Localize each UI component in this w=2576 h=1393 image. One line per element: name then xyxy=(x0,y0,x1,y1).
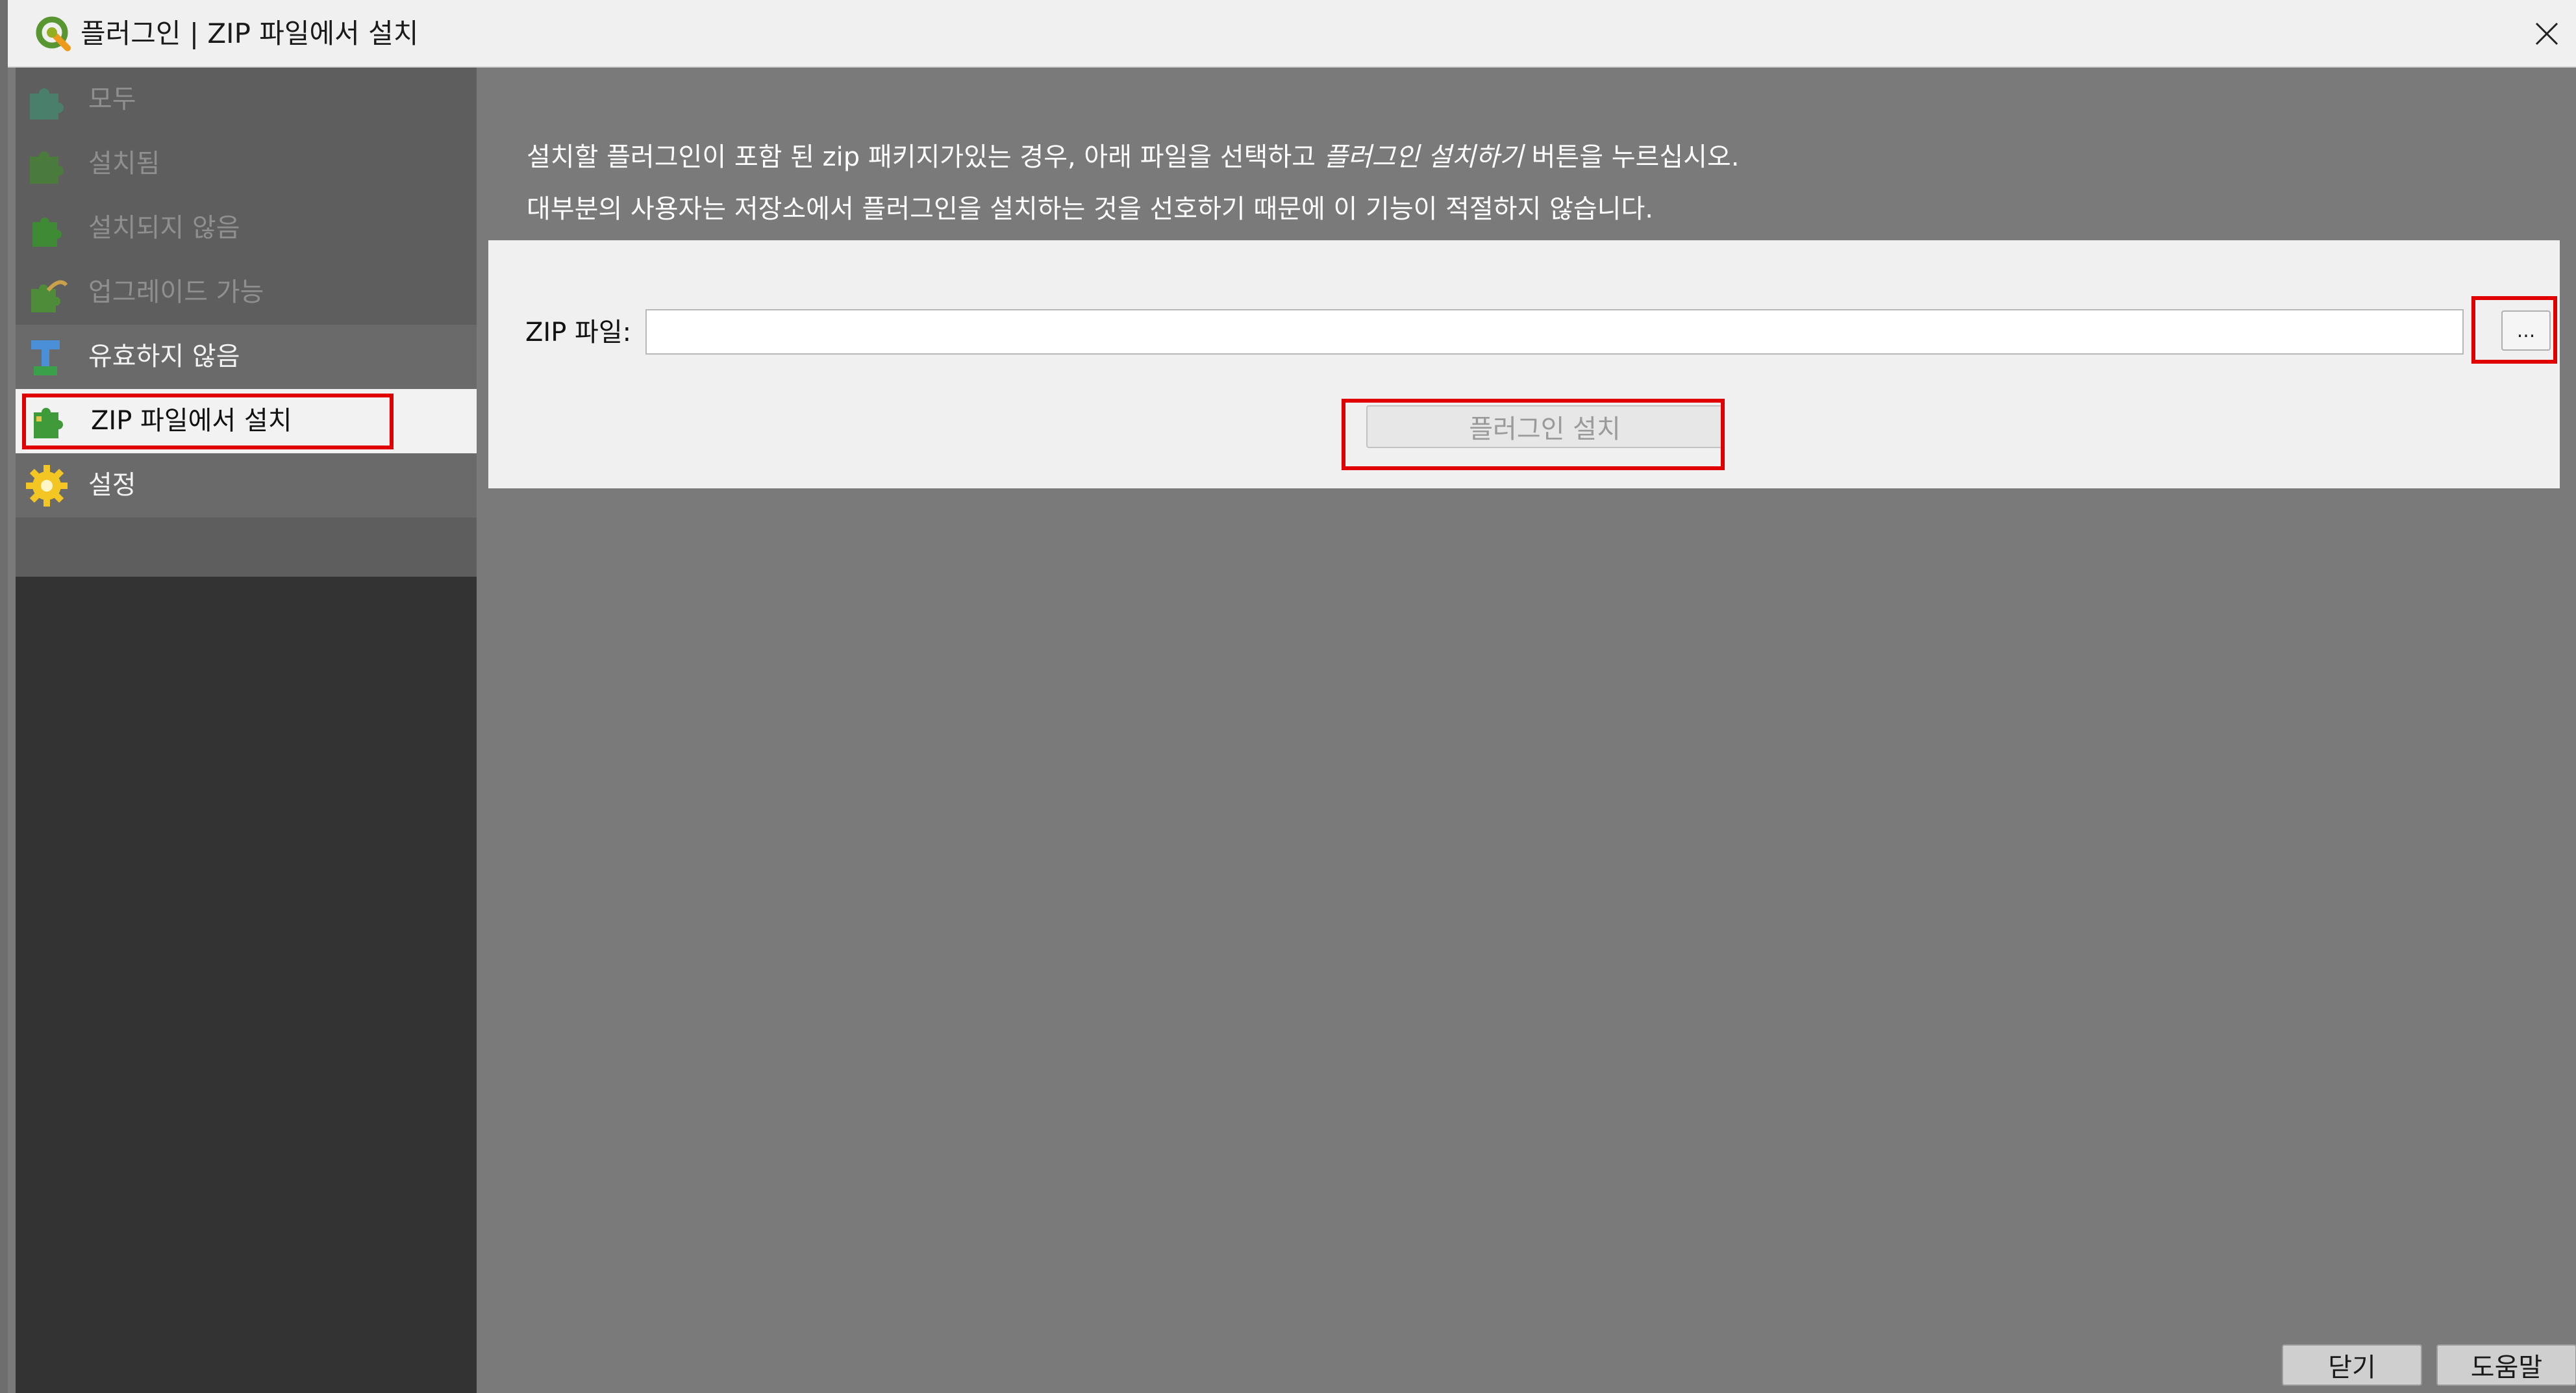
main-panel: 설치할 플러그인이 포함 된 zip 패키지가있는 경우, 아래 파일을 선택하… xyxy=(477,68,2576,1393)
zip-install-icon xyxy=(34,408,63,438)
sidebar-item-upgradeable[interactable]: 업그레이드 가능 xyxy=(16,260,477,325)
info-text-part: 설치할 플러그인이 포함 된 zip 패키지가있는 경우, 아래 파일을 선택하… xyxy=(527,142,1324,172)
puzzle-green-icon xyxy=(32,218,62,247)
sidebar-item-label: 모두 xyxy=(88,84,136,114)
puzzle-green-icon xyxy=(30,151,64,184)
sidebar: 모두 설치됨 설치되지 않음 업그레이드 가능 유효하지 않음 ZIP 파일에서… xyxy=(16,68,477,1393)
sidebar-item-all[interactable]: 모두 xyxy=(16,68,477,132)
sidebar-item-install-from-zip[interactable]: ZIP 파일에서 설치 xyxy=(16,389,477,453)
sidebar-item-installed[interactable]: 설치됨 xyxy=(16,132,477,196)
browse-button[interactable]: ... xyxy=(2501,310,2551,351)
gear-icon xyxy=(26,465,68,507)
sidebar-item-settings[interactable]: 설정 xyxy=(16,453,477,518)
zip-file-input[interactable] xyxy=(645,309,2464,355)
info-text-emphasis: 플러그인 설치하기 xyxy=(1323,142,1523,172)
install-plugin-button[interactable]: 플러그인 설치 xyxy=(1366,405,1723,448)
title-bar: 플러그인 | ZIP 파일에서 설치 xyxy=(8,0,2576,68)
qgis-logo-icon xyxy=(36,16,71,51)
puzzle-upgrade-icon xyxy=(31,280,68,312)
sidebar-item-label: 설치됨 xyxy=(88,149,160,179)
sidebar-item-label: 설치되지 않음 xyxy=(88,213,240,243)
info-text-line2: 대부분의 사용자는 저장소에서 플러그인을 설치하는 것을 선호하기 때문에 이… xyxy=(527,194,1653,224)
window-title: 플러그인 | ZIP 파일에서 설치 xyxy=(81,18,419,49)
sidebar-item-label: 설정 xyxy=(88,470,136,500)
sidebar-item-invalid[interactable]: 유효하지 않음 xyxy=(16,325,477,389)
close-icon xyxy=(2535,22,2558,45)
close-window-button[interactable] xyxy=(2527,14,2566,53)
close-button[interactable]: 닫기 xyxy=(2282,1344,2422,1386)
zip-file-label: ZIP 파일: xyxy=(525,318,632,347)
plugin-dialog: 플러그인 | ZIP 파일에서 설치 모두 설치됨 설치되지 않음 업그레이드 … xyxy=(0,0,2576,1393)
info-text-part: 버튼을 누르십시오. xyxy=(1523,142,1740,172)
puzzle-blue-icon xyxy=(30,88,64,119)
invalid-plugin-icon xyxy=(31,340,60,375)
info-text-line1: 설치할 플러그인이 포함 된 zip 패키지가있는 경우, 아래 파일을 선택하… xyxy=(527,139,1739,175)
sidebar-item-label: 업그레이드 가능 xyxy=(88,277,264,307)
help-button[interactable]: 도움말 xyxy=(2436,1344,2576,1386)
sidebar-item-label: 유효하지 않음 xyxy=(88,342,240,371)
sidebar-item-label: ZIP 파일에서 설치 xyxy=(91,406,292,436)
zip-install-panel: ZIP 파일: ... 플러그인 설치 xyxy=(488,240,2560,488)
sidebar-item-not-installed[interactable]: 설치되지 않음 xyxy=(16,196,477,260)
